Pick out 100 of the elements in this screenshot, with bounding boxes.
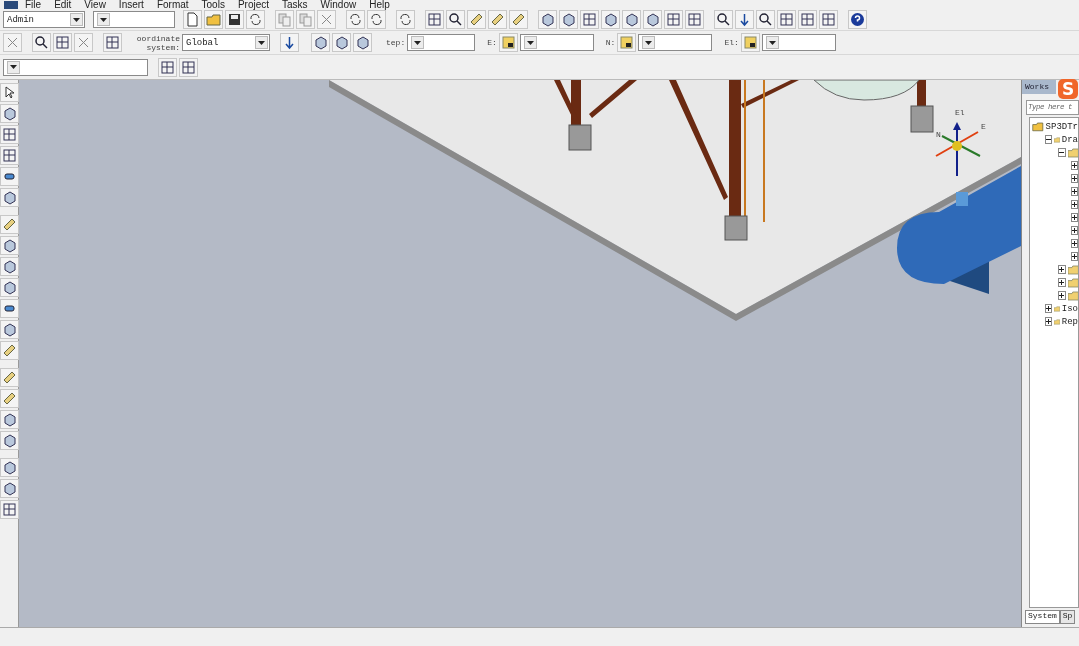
help-icon xyxy=(850,12,865,27)
collapse-icon[interactable] xyxy=(1058,148,1066,157)
expand-icon[interactable] xyxy=(1071,200,1078,209)
caret-icon xyxy=(526,40,534,45)
magnifier-icon xyxy=(758,12,773,27)
menu-item[interactable]: Edit xyxy=(47,0,78,9)
caret-icon xyxy=(100,17,107,22)
grid-icon xyxy=(181,59,196,75)
lock-icon xyxy=(742,35,758,50)
expand-icon[interactable] xyxy=(1071,226,1078,235)
collapse-icon[interactable] xyxy=(1045,135,1052,144)
coordinate-system-label: oordinate system: xyxy=(135,33,180,52)
axis-label: N xyxy=(936,130,941,139)
magnifier-icon xyxy=(448,12,463,27)
folder-icon xyxy=(1067,277,1078,288)
toolbar-button[interactable] xyxy=(280,33,299,52)
dropdown[interactable] xyxy=(407,34,476,51)
toolbar-button[interactable] xyxy=(617,33,637,52)
axis-label: El xyxy=(955,108,965,117)
dropdown[interactable] xyxy=(93,11,175,28)
panel-tab[interactable]: Works xyxy=(1022,80,1056,94)
expand-icon[interactable] xyxy=(1045,317,1052,326)
menu-item[interactable]: Window xyxy=(313,0,363,9)
tree-item[interactable]: Iso xyxy=(1061,303,1078,314)
toolbar-button[interactable] xyxy=(498,33,518,52)
menu-item[interactable]: View xyxy=(77,0,112,9)
cross-icon xyxy=(76,35,91,50)
cross-icon xyxy=(319,12,334,27)
expand-icon[interactable] xyxy=(1058,278,1066,287)
grid-icon xyxy=(687,12,702,27)
magnifier-icon xyxy=(716,12,731,27)
menu-item[interactable]: Project xyxy=(230,0,276,9)
tree-item[interactable]: Rep xyxy=(1061,316,1078,327)
menu-item[interactable]: Format xyxy=(149,0,195,9)
folder-icon xyxy=(1054,316,1060,327)
expand-icon[interactable] xyxy=(1071,239,1078,248)
grid-icon xyxy=(105,35,120,50)
grid-icon xyxy=(821,12,836,27)
toolbar-button[interactable] xyxy=(848,10,867,29)
grid-icon xyxy=(582,12,597,27)
toolbar-button[interactable] xyxy=(0,83,19,102)
menu-item[interactable]: Insert xyxy=(111,0,150,9)
toolbar-button[interactable] xyxy=(225,10,244,29)
expand-icon[interactable] xyxy=(1071,174,1078,183)
menu-item[interactable]: Tools xyxy=(194,0,231,9)
cross-icon xyxy=(5,35,20,50)
caret-icon xyxy=(10,65,17,69)
expand-icon[interactable] xyxy=(1058,291,1066,300)
axis-label: E xyxy=(981,122,986,131)
dropdown[interactable]: Global xyxy=(182,34,270,51)
lock-icon xyxy=(619,35,635,50)
doc-icon xyxy=(185,12,200,27)
folder-icon xyxy=(1067,290,1078,301)
folder-icon xyxy=(1067,147,1078,158)
grid-icon xyxy=(779,12,794,27)
grid-icon xyxy=(1,127,17,142)
menu-item[interactable]: Tasks xyxy=(275,0,314,9)
step-label: tep: xyxy=(386,38,406,47)
toolbar-button[interactable] xyxy=(740,33,760,52)
caret-icon xyxy=(73,17,80,22)
caret-icon xyxy=(414,40,422,45)
arrows-icon xyxy=(248,12,263,27)
folder-icon xyxy=(206,12,221,27)
expand-icon[interactable] xyxy=(1071,161,1078,170)
coordinate-label: E: xyxy=(487,38,497,47)
toolbar-button[interactable] xyxy=(446,10,465,29)
arrows-icon xyxy=(369,12,384,27)
panel-tab[interactable]: System xyxy=(1025,610,1060,624)
app-icon xyxy=(4,1,18,9)
grid-icon xyxy=(1,148,17,163)
toolbar-button[interactable] xyxy=(32,33,51,52)
magnifier-icon xyxy=(34,35,49,50)
toolbar-button[interactable] xyxy=(756,10,775,29)
expand-icon[interactable] xyxy=(1045,304,1052,313)
caret-icon xyxy=(768,40,776,45)
lock-icon xyxy=(500,35,516,50)
grid-icon xyxy=(666,12,681,27)
pages-icon xyxy=(277,12,292,27)
toolbar-button[interactable] xyxy=(735,10,754,29)
tree-item[interactable]: Dra xyxy=(1061,134,1078,145)
caret-icon xyxy=(258,40,265,45)
menu-item[interactable]: File xyxy=(18,0,48,9)
tree-item[interactable]: SP3DTr xyxy=(1045,121,1078,132)
expand-icon[interactable] xyxy=(1071,252,1078,261)
dropdown[interactable] xyxy=(3,58,148,76)
folder-icon xyxy=(1067,264,1078,275)
folder-icon xyxy=(1054,303,1060,314)
toolbar-button[interactable] xyxy=(0,299,19,318)
toolbar-button[interactable] xyxy=(714,10,733,29)
pages-icon xyxy=(298,12,313,27)
expand-icon[interactable] xyxy=(1058,265,1066,274)
arrow-icon xyxy=(282,35,297,50)
toolbar-button[interactable] xyxy=(0,167,19,186)
expand-icon[interactable] xyxy=(1071,213,1078,222)
arrows-icon xyxy=(398,12,413,27)
dropdown[interactable]: Admin xyxy=(3,11,85,28)
caret-icon xyxy=(645,40,653,45)
expand-icon[interactable] xyxy=(1071,187,1078,196)
menu-item[interactable]: Help xyxy=(362,0,396,9)
grid-icon xyxy=(800,12,815,27)
